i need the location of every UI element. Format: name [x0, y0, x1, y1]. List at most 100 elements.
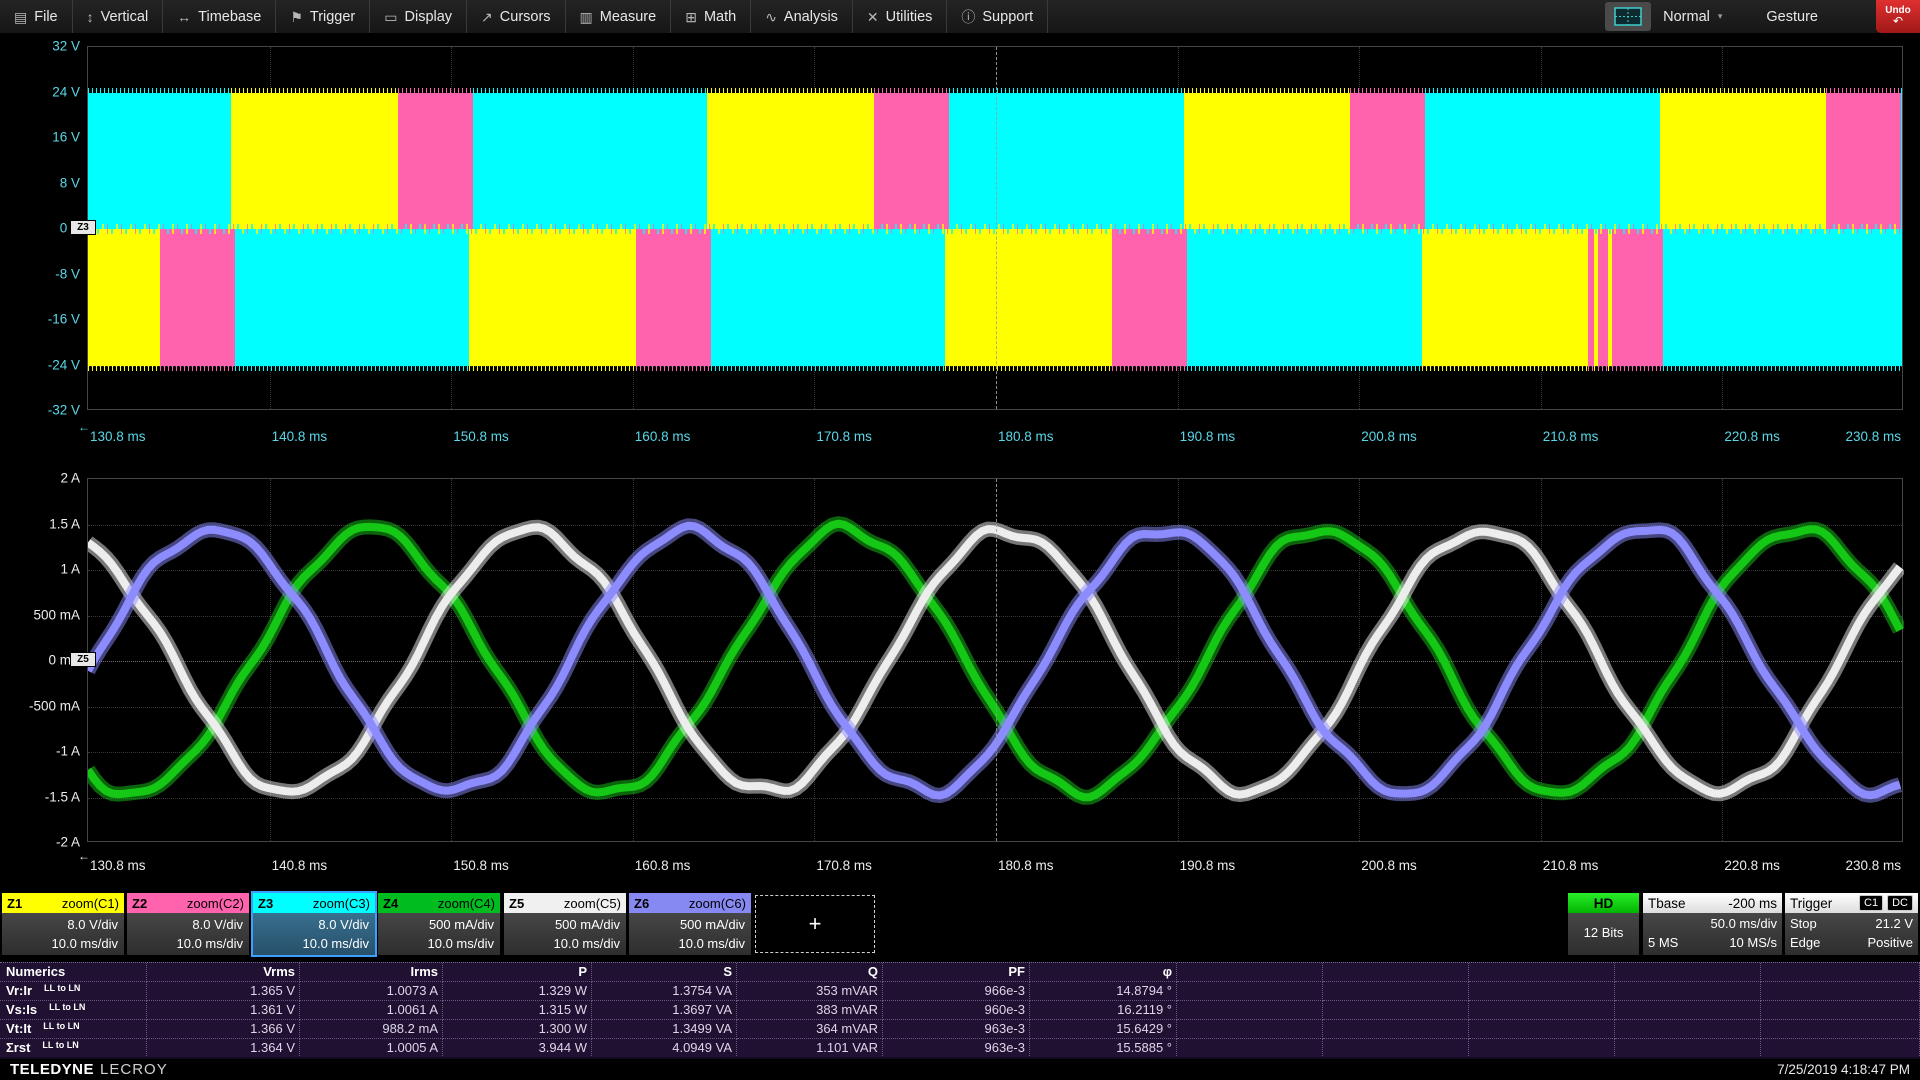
numerics-column-header [1323, 963, 1469, 982]
timebase-samplerate: 10 MS/s [1729, 933, 1777, 952]
noise-edge [1425, 88, 1660, 93]
undo-arrow-icon: ↶ [1893, 16, 1903, 27]
descriptor-Z3[interactable]: Z3zoom(C3)8.0 V/div10.0 ms/div [253, 893, 375, 955]
descriptor-Z1[interactable]: Z1zoom(C1)8.0 V/div10.0 ms/div [2, 893, 124, 955]
wiring-config-label: LL to LN [42, 1040, 78, 1050]
trigger-type: Edge [1790, 933, 1820, 952]
noise-edge [1350, 88, 1424, 93]
menu-item-math[interactable]: ⊞Math [671, 0, 751, 33]
trigger-coupling-badge: DC [1887, 895, 1913, 911]
x-axis-label: 160.8 ms [635, 858, 691, 873]
numerics-column-header: Vrms [147, 963, 300, 982]
x-axis-label: 190.8 ms [1180, 858, 1236, 873]
trace-segment [1612, 229, 1663, 366]
numerics-value: 1.366 V [147, 1020, 300, 1039]
numerics-row-label: Vt:ItLL to LN [0, 1020, 147, 1039]
horizontal-scale: 10.0 ms/div [378, 934, 494, 953]
display-grid-button[interactable] [1605, 2, 1651, 31]
gesture-button[interactable]: Gesture [1766, 9, 1818, 25]
hd-mode-box[interactable]: HD 12 Bits [1568, 893, 1639, 955]
noise-edge [949, 88, 1184, 93]
menu-item-label: Measure [600, 9, 656, 25]
noise-edge [235, 366, 470, 371]
menu-item-label: Support [982, 9, 1033, 25]
numerics-value: 353 mVAR [737, 982, 883, 1001]
trigger-position-line [996, 47, 997, 409]
undo-button[interactable]: Undo ↶ [1876, 0, 1920, 33]
numerics-column-header [1761, 963, 1920, 982]
menu-item-support[interactable]: ⓘSupport [947, 0, 1048, 33]
numerics-value: 988.2 mA [300, 1020, 443, 1039]
timebase-box[interactable]: Tbase -200 ms 50.0 ms/div 5 MS 10 MS/s [1643, 893, 1782, 955]
menu-item-cursors[interactable]: ↗Cursors [467, 0, 566, 33]
x-axis-label: 180.8 ms [998, 429, 1054, 444]
noise-edge [1112, 366, 1186, 371]
hd-header: HD [1568, 893, 1639, 913]
display-mode-selector[interactable]: Normal ▾ [1663, 9, 1722, 25]
y-axis-label: 1.5 A [0, 516, 80, 531]
noise-edge [1660, 88, 1827, 93]
horizontal-scale: 10.0 ms/div [127, 934, 243, 953]
descriptor-Z5[interactable]: Z5zoom(C5)500 mA/div10.0 ms/div [504, 893, 626, 955]
trace-segment [874, 93, 948, 230]
add-trace-button[interactable]: + [755, 895, 875, 953]
menu-item-label: Vertical [101, 9, 149, 25]
numerics-value [1323, 1020, 1469, 1039]
x-axis-label: 210.8 ms [1543, 858, 1599, 873]
numerics-value: 1.0061 A [300, 1001, 443, 1020]
y-axis-label: 0 V [0, 221, 80, 236]
y-axis-label: -24 V [0, 357, 80, 372]
vertical-scale: 500 mA/div [504, 915, 620, 934]
scroll-left-arrow[interactable]: ← [78, 420, 90, 434]
descriptor-Z4[interactable]: Z4zoom(C4)500 mA/div10.0 ms/div [378, 893, 500, 955]
timebase-icon: ↔ [177, 10, 191, 24]
numerics-value [1615, 1039, 1761, 1058]
trace-source: zoom(C4) [438, 896, 495, 911]
math-icon: ⊞ [685, 10, 697, 24]
descriptor-Z2[interactable]: Z2zoom(C2)8.0 V/div10.0 ms/div [127, 893, 249, 955]
noise-edge [1598, 366, 1607, 371]
trigger-box[interactable]: Trigger C1 DC Stop 21.2 V Edge Positive [1785, 893, 1918, 955]
numerics-column-header [1177, 963, 1323, 982]
menu-item-label: Timebase [198, 9, 261, 25]
descriptor-settings: 500 mA/div10.0 ms/div [504, 913, 626, 955]
numerics-title: Numerics [0, 963, 147, 982]
vertical-scale: 8.0 V/div [253, 915, 369, 934]
horizontal-scale: 10.0 ms/div [2, 934, 118, 953]
file-icon: ▤ [14, 10, 27, 24]
noise-edge [1612, 366, 1663, 371]
numerics-value [1761, 1001, 1920, 1020]
trace-segment [945, 229, 1112, 366]
numerics-value: 1.3697 VA [592, 1001, 737, 1020]
numerics-value [1177, 1039, 1323, 1058]
menu-item-trigger[interactable]: ⚑Trigger [276, 0, 370, 33]
status-bar: TELEDYNELECROY 7/25/2019 4:18:47 PM [0, 1057, 1920, 1080]
scroll-left-arrow[interactable]: ← [78, 849, 90, 863]
menu-item-measure[interactable]: ▥ Measure [566, 0, 672, 33]
menu-item-display[interactable]: ▭Display [370, 0, 467, 33]
menu-item-vertical[interactable]: ↕Vertical [73, 0, 164, 33]
numerics-column-header: PF [883, 963, 1030, 982]
numerics-value: 15.5885 ° [1030, 1039, 1177, 1058]
menu-item-utilities[interactable]: ✕Utilities [853, 0, 947, 33]
y-axis-label: 32 V [0, 39, 80, 54]
trace-source: zoom(C3) [313, 896, 370, 911]
x-axis-label: 170.8 ms [816, 858, 872, 873]
current-grid[interactable] [87, 478, 1903, 842]
voltage-grid[interactable] [87, 46, 1903, 410]
x-axis-label: 130.8 ms [90, 429, 146, 444]
zoom-marker-Z5: Z5 [70, 652, 96, 667]
analysis-icon: ∿ [765, 10, 777, 24]
menu-item-timebase[interactable]: ↔ Timebase [163, 0, 276, 33]
numerics-value [1469, 1020, 1615, 1039]
descriptor-Z6[interactable]: Z6zoom(C6)500 mA/div10.0 ms/div [629, 893, 751, 955]
numerics-row-label: Vr:IrLL to LN [0, 982, 147, 1001]
numerics-value: 4.0949 VA [592, 1039, 737, 1058]
menu-item-analysis[interactable]: ∿Analysis [751, 0, 853, 33]
measure-icon: ▥ [580, 10, 593, 24]
numerics-value [1615, 982, 1761, 1001]
y-axis-label: -1 A [0, 744, 80, 759]
trace-segment [1187, 229, 1422, 366]
menu-item-file[interactable]: ▤File [0, 0, 73, 33]
noise-edge [874, 88, 948, 93]
